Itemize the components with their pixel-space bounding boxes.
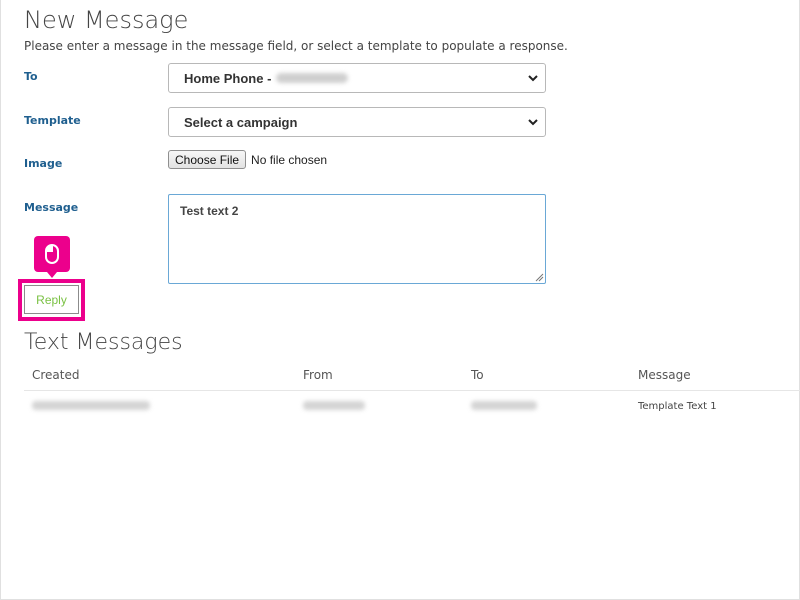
file-status-text: No file chosen [251,152,328,167]
chevron-down-icon [528,119,538,126]
from-cell-redacted [303,401,365,413]
choose-file-button[interactable]: Choose File [168,150,247,169]
click-callout [34,236,70,278]
table-row: Template Text 1 [24,391,800,423]
text-messages-table: Created From To Message Template Text 1 [24,360,800,423]
text-messages-title: Text Messages [24,330,183,355]
chevron-down-icon [528,75,538,82]
form-instructions: Please enter a message in the message fi… [24,39,568,53]
mouse-icon [45,244,59,264]
reply-button[interactable]: Reply [24,285,79,314]
message-text: Test text 2 [180,204,239,218]
template-label: Template [24,114,81,127]
page-title: New Message [24,6,189,34]
table-header: Created From To Message [24,360,800,391]
to-select[interactable]: Home Phone - [168,63,546,93]
created-cell-redacted [32,401,150,413]
message-label: Message [24,201,79,214]
column-header-to[interactable]: To [471,368,484,382]
to-label: To [24,70,38,83]
column-header-from[interactable]: From [303,368,333,382]
message-textarea[interactable]: Test text 2 [168,194,546,284]
to-cell-redacted [471,401,537,413]
template-select[interactable]: Select a campaign [168,107,546,137]
message-cell: Template Text 1 [638,401,717,412]
to-select-value: Home Phone - [184,70,272,86]
column-header-message[interactable]: Message [638,368,691,382]
template-select-value: Select a campaign [184,114,298,130]
image-label: Image [24,157,63,170]
image-file-input: Choose File No file chosen [168,150,327,169]
resize-grip-icon[interactable] [535,273,544,282]
column-header-created[interactable]: Created [32,368,80,382]
phone-number-redacted [276,73,349,83]
